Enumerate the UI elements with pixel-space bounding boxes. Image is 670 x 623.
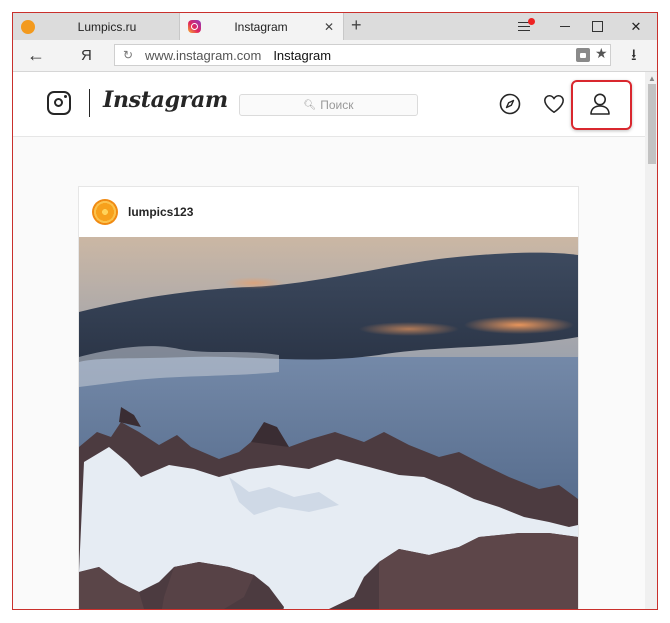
download-icon[interactable]: ⭳ [631,44,637,71]
notification-dot [528,18,535,25]
tab-instagram[interactable]: Instagram ✕ [179,13,344,40]
post-header: lumpics123 [79,187,578,237]
compass-icon[interactable] [499,93,521,115]
tab-lumpics[interactable]: Lumpics.ru [13,13,179,40]
mountain-photo [79,237,578,609]
search-placeholder: Поиск [320,98,354,112]
browser-window: Lumpics.ru Instagram ✕ + ✕ ← Я ↻ www.ins… [12,12,658,610]
yandex-button[interactable]: Я [81,47,92,64]
tab-title: Instagram [234,19,288,34]
close-tab-icon[interactable]: ✕ [321,20,337,34]
page-content: Instagram 🔍︎ Поиск lumpics123 [13,72,645,609]
tab-bar: Lumpics.ru Instagram ✕ + ✕ [13,13,657,40]
instagram-favicon-icon [188,20,201,33]
hamburger-icon [518,18,535,31]
maximize-icon [591,21,603,32]
minimize-icon [560,25,570,28]
reload-icon[interactable]: ↻ [117,48,139,62]
url-domain: www.instagram.com [145,47,262,63]
logo-divider [89,89,90,117]
close-icon: ✕ [630,18,642,34]
menu-button[interactable] [507,13,541,40]
minimize-button[interactable] [548,13,582,40]
back-button[interactable]: ← [27,45,45,66]
close-window-button[interactable]: ✕ [619,13,653,40]
heart-icon[interactable] [543,93,565,115]
scrollbar-thumb[interactable] [648,84,656,164]
instagram-wordmark[interactable]: Instagram [103,87,228,113]
address-field[interactable]: ↻ www.instagram.com Instagram [114,44,611,66]
search-icon: 🔍︎ [303,99,317,111]
instagram-camera-icon[interactable] [47,91,71,115]
orange-favicon-icon [21,19,35,34]
address-bar-row: ← Я ↻ www.instagram.com Instagram [13,40,657,72]
post-photo[interactable] [79,237,578,609]
search-input[interactable]: 🔍︎ Поиск [239,94,418,116]
maximize-button[interactable] [580,13,614,40]
bookmark-star-icon[interactable]: ★ [595,45,608,62]
new-tab-button[interactable]: + [351,15,362,36]
post-username[interactable]: lumpics123 [128,205,193,219]
post-card: lumpics123 [78,186,579,609]
scroll-up-arrow-icon[interactable]: ▲ [648,74,656,83]
instagram-header: Instagram 🔍︎ Поиск [13,72,645,137]
page-scrollbar[interactable]: ▲ [645,72,657,609]
url-page-title: Instagram [273,47,332,63]
avatar[interactable] [92,199,118,225]
tab-title: Lumpics.ru [77,19,137,34]
lock-icon[interactable] [576,48,590,62]
profile-highlight-frame [571,80,632,130]
